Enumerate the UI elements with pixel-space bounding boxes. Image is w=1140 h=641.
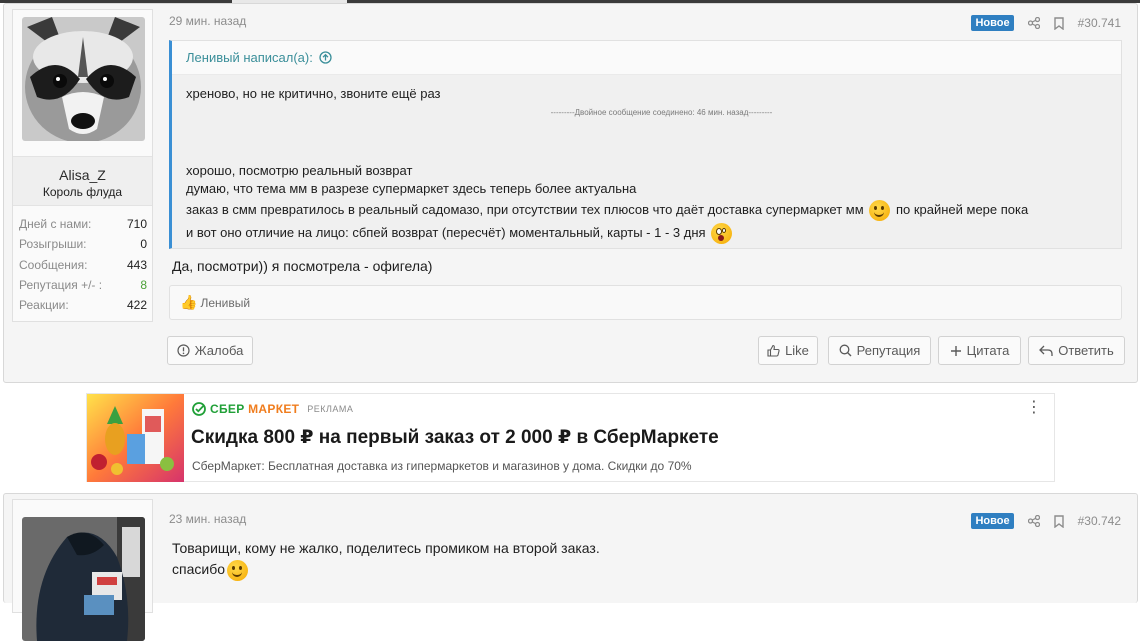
- post-message: Да, посмотри)) я посмотрела - офигела): [172, 258, 433, 274]
- username[interactable]: Alisa_Z: [13, 167, 152, 183]
- quote-label: Цитата: [966, 343, 1010, 358]
- stat-label: Дней с нами:: [19, 217, 92, 232]
- stat-row-days: Дней с нами: 710: [19, 214, 147, 234]
- stat-row-messages: Сообщения: 443: [19, 255, 147, 275]
- share-icon[interactable]: [1027, 17, 1040, 29]
- quote-author[interactable]: Ленивый написал(а):: [186, 50, 313, 65]
- bookmark-icon[interactable]: [1053, 16, 1064, 30]
- post-message: Товарищи, кому не жалко, поделитесь пром…: [172, 538, 600, 581]
- plus-icon: [950, 345, 962, 357]
- stat-value: 422: [126, 298, 147, 313]
- user-name-block: Alisa_Z Король флуда: [13, 156, 152, 206]
- quote-body: хреново, но не критично, звоните ещё раз…: [172, 75, 1121, 255]
- ad-label: РЕКЛАМА: [307, 404, 354, 414]
- quote-text-line: думаю, что тема мм в разрезе супермаркет…: [186, 181, 637, 196]
- stat-value: 443: [126, 257, 147, 272]
- ad-brand: СБЕР МАРКЕТ: [210, 402, 299, 416]
- smile-icon: [869, 199, 891, 221]
- stat-value: 710: [126, 217, 147, 232]
- quote-text-line: хорошо, посмотрю реальный возврат: [186, 162, 413, 178]
- sber-logo-icon: [192, 402, 206, 416]
- merge-note: ---------Двойное сообщение соединено: 46…: [550, 107, 773, 117]
- quote-text-line: и вот оно отличие на лицо: сбпей возврат…: [186, 221, 1107, 245]
- ad-brand-row: СБЕР МАРКЕТ РЕКЛАМА: [192, 402, 353, 416]
- post-text-line: Товарищи, кому не жалко, поделитесь пром…: [172, 540, 600, 556]
- post-text-line: спасибо: [172, 559, 600, 581]
- post-actions: Новое #30.741: [971, 15, 1121, 31]
- post-text: спасибо: [172, 561, 225, 577]
- ad-banner[interactable]: СБЕР МАРКЕТ РЕКЛАМА Скидка 800 ₽ на перв…: [86, 393, 1055, 482]
- report-button[interactable]: Жалоба: [167, 336, 253, 365]
- new-badge: Новое: [971, 513, 1014, 529]
- bookmark-icon[interactable]: [1053, 514, 1064, 528]
- stat-row-reactions: Реакции: 422: [19, 295, 147, 315]
- stat-value: 8: [140, 278, 147, 293]
- post-time[interactable]: 23 мин. назад: [169, 512, 246, 526]
- reputation-label: Репутация: [856, 343, 921, 358]
- user-stats: Дней с нами: 710 Розыгрыши: 0 Сообщения:…: [19, 214, 147, 315]
- stat-label: Репутация +/- :: [19, 278, 103, 293]
- quote-text-line: хреново, но не критично, звоните ещё раз: [186, 86, 441, 101]
- ad-description[interactable]: СберМаркет: Бесплатная доставка из гипер…: [192, 459, 692, 473]
- thumbs-up-icon: 👍: [180, 294, 198, 310]
- search-icon: [839, 344, 852, 357]
- quote-text-line: заказ в смм превратилось в реальный садо…: [186, 199, 1107, 221]
- avatar[interactable]: [22, 517, 145, 641]
- quote-text: по крайней мере пока: [895, 201, 1029, 217]
- like-label: Like: [785, 343, 809, 358]
- ad-image[interactable]: [87, 394, 184, 482]
- quote-header[interactable]: Ленивый написал(а):: [172, 41, 1121, 75]
- like-button[interactable]: Like: [758, 336, 818, 365]
- quote-text: и вот оно отличие на лицо: сбпей возврат…: [186, 224, 706, 240]
- arrow-up-circle-icon[interactable]: [319, 51, 332, 64]
- ad-brand-green: СБЕР: [210, 402, 245, 416]
- share-icon[interactable]: [1027, 515, 1040, 527]
- new-badge: Новое: [971, 15, 1014, 31]
- stat-label: Реакции:: [19, 298, 69, 313]
- reactions-bar[interactable]: 👍 Ленивый: [169, 285, 1122, 320]
- forum-post: Alisa_Z Король флуда Дней с нами: 710 Ро…: [3, 3, 1138, 383]
- reputation-button[interactable]: Репутация: [828, 336, 931, 365]
- stat-row-reputation: Репутация +/- : 8: [19, 275, 147, 295]
- user-title: Король флуда: [42, 185, 123, 199]
- stat-label: Сообщения:: [19, 257, 88, 272]
- stat-row-giveaways: Розыгрыши: 0: [19, 234, 147, 254]
- report-label: Жалоба: [194, 343, 244, 358]
- reply-button[interactable]: Ответить: [1028, 336, 1125, 365]
- shocked-face-icon: [711, 222, 733, 244]
- avatar[interactable]: [22, 17, 145, 141]
- stat-label: Розыгрыши:: [19, 237, 87, 252]
- quote-block: Ленивый написал(а): хреново, но не крити…: [169, 40, 1122, 249]
- post-number-link[interactable]: #30.742: [1078, 514, 1121, 528]
- thumbs-up-icon: [767, 344, 780, 357]
- stat-value: 0: [140, 237, 147, 252]
- ad-brand-orange: МАРКЕТ: [248, 402, 300, 416]
- more-vertical-icon[interactable]: ⋮: [1026, 400, 1042, 416]
- post-time[interactable]: 29 мин. назад: [169, 14, 246, 28]
- smile-icon: [227, 559, 248, 581]
- user-info-panel: Alisa_Z Король флуда Дней с нами: 710 Ро…: [12, 9, 153, 322]
- forum-post: 23 мин. назад Новое #30.742 Товарищи, ко…: [3, 493, 1138, 641]
- quote-button[interactable]: Цитата: [938, 336, 1021, 365]
- post-number-link[interactable]: #30.741: [1078, 16, 1121, 30]
- reaction-user[interactable]: Ленивый: [200, 296, 250, 310]
- reply-icon: [1039, 345, 1053, 357]
- post-actions: Новое #30.742: [971, 513, 1121, 529]
- alert-circle-icon: [177, 344, 190, 357]
- quote-text: заказ в смм превратилось в реальный садо…: [186, 201, 864, 217]
- ad-title[interactable]: Скидка 800 ₽ на первый заказ от 2 000 ₽ …: [191, 426, 719, 449]
- reply-label: Ответить: [1058, 343, 1114, 358]
